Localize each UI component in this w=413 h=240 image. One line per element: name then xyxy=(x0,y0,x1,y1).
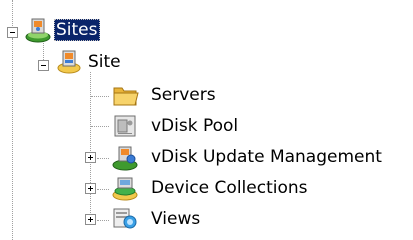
tree-line-h-views xyxy=(97,220,109,221)
sites-collapse-toggle[interactable] xyxy=(7,27,18,38)
tree-node-vdisk-update-management[interactable]: vDisk Update Management xyxy=(149,146,384,168)
tree-line-h-collections xyxy=(97,189,109,190)
site-collapse-toggle[interactable] xyxy=(38,60,49,71)
folder-icon xyxy=(111,82,139,108)
tree-node-site[interactable]: Site xyxy=(86,51,123,73)
device-collections-icon xyxy=(111,174,139,202)
vdisk-update-management-expand-toggle[interactable] xyxy=(85,152,96,163)
views-expand-toggle[interactable] xyxy=(85,214,96,225)
device-collections-expand-toggle[interactable] xyxy=(85,183,96,194)
sites-icon xyxy=(24,15,52,43)
update-management-icon xyxy=(111,143,139,171)
tree-line-root-lower xyxy=(12,38,13,240)
tree-node-views[interactable]: Views xyxy=(149,208,202,230)
tree-line-h-servers xyxy=(91,96,109,97)
tree-node-vdisk-pool[interactable]: vDisk Pool xyxy=(149,115,240,137)
tree-line-root xyxy=(12,0,13,26)
site-icon xyxy=(57,48,81,74)
tree-line-site-children xyxy=(90,72,91,221)
tree-line-h-vdisk-pool xyxy=(91,126,109,127)
views-icon xyxy=(111,205,139,233)
tree-node-device-collections[interactable]: Device Collections xyxy=(149,177,310,199)
vdisk-pool-icon xyxy=(112,113,138,139)
tree-node-servers[interactable]: Servers xyxy=(149,84,218,106)
tree-view[interactable]: Sites Site Servers vDisk Pool vDisk Upda… xyxy=(0,0,413,240)
tree-line-h-update xyxy=(97,158,109,159)
tree-node-sites[interactable]: Sites xyxy=(54,19,100,41)
